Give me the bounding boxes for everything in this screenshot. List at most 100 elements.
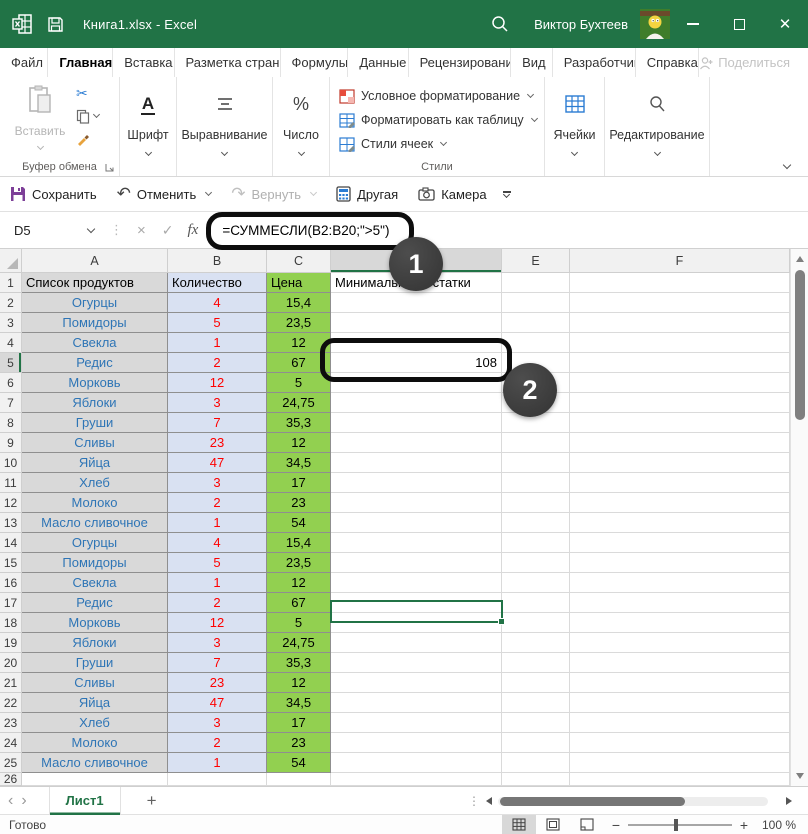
cell-A1[interactable]: Список продуктов [22, 273, 168, 293]
cell-C16[interactable]: 12 [267, 573, 331, 593]
undo-dropdown[interactable] [205, 189, 212, 196]
cell-E26[interactable] [502, 773, 570, 786]
cell-F20[interactable] [570, 653, 790, 673]
avatar[interactable] [640, 9, 670, 39]
tab-review[interactable]: Рецензирование [409, 48, 512, 77]
cell-B16[interactable]: 1 [168, 573, 267, 593]
cell-C17[interactable]: 67 [267, 593, 331, 613]
excel-app-icon[interactable] [11, 13, 33, 35]
zoom-slider[interactable] [628, 824, 732, 826]
cell-D17[interactable] [331, 593, 502, 613]
cell-D2[interactable] [331, 293, 502, 313]
cell-A25[interactable]: Масло сливочное [22, 753, 168, 773]
cell-C9[interactable]: 12 [267, 433, 331, 453]
row-header-10[interactable]: 10 [0, 453, 22, 473]
cell-D14[interactable] [331, 533, 502, 553]
cell-D8[interactable] [331, 413, 502, 433]
cell-B15[interactable]: 5 [168, 553, 267, 573]
cell-A11[interactable]: Хлеб [22, 473, 168, 493]
row-header-18[interactable]: 18 [0, 613, 22, 633]
cell-C18[interactable]: 5 [267, 613, 331, 633]
number-group-chevron[interactable] [297, 149, 304, 156]
cell-F9[interactable] [570, 433, 790, 453]
row-header-19[interactable]: 19 [0, 633, 22, 653]
cell-D3[interactable] [331, 313, 502, 333]
paste-button[interactable]: Вставить [14, 85, 66, 152]
cell-D12[interactable] [331, 493, 502, 513]
cell-D10[interactable] [331, 453, 502, 473]
column-header-F[interactable]: F [570, 249, 790, 273]
page-break-view-button[interactable] [570, 815, 604, 834]
cell-B24[interactable]: 2 [168, 733, 267, 753]
row-header-6[interactable]: 6 [0, 373, 22, 393]
cell-styles-button[interactable]: Стили ячеек [339, 132, 544, 156]
cell-C2[interactable]: 15,4 [267, 293, 331, 313]
editing-group-chevron[interactable] [653, 149, 660, 156]
cell-D26[interactable] [331, 773, 502, 786]
cell-A4[interactable]: Свекла [22, 333, 168, 353]
cell-E17[interactable] [502, 593, 570, 613]
share-button[interactable]: Поделиться [699, 48, 808, 77]
redo-dropdown[interactable] [310, 189, 317, 196]
horizontal-scrollbar[interactable] [486, 793, 792, 809]
cell-B6[interactable]: 12 [168, 373, 267, 393]
cell-D18[interactable] [331, 613, 502, 633]
cell-E18[interactable] [502, 613, 570, 633]
cell-C24[interactable]: 23 [267, 733, 331, 753]
tab-data[interactable]: Данные [348, 48, 408, 77]
collapse-ribbon-chevron[interactable] [783, 161, 791, 169]
cell-F4[interactable] [570, 333, 790, 353]
select-all-corner[interactable] [0, 249, 22, 273]
row-header-5[interactable]: 5 [0, 353, 22, 373]
insert-function-icon[interactable]: fx [188, 222, 199, 239]
search-icon[interactable] [491, 15, 509, 33]
cell-F24[interactable] [570, 733, 790, 753]
undo-button[interactable]: ↶ Отменить [107, 177, 222, 211]
name-box[interactable]: D5 [4, 218, 104, 243]
cancel-entry-icon[interactable]: × [137, 222, 146, 239]
zoom-out-button[interactable]: − [604, 817, 628, 833]
row-header-8[interactable]: 8 [0, 413, 22, 433]
row-header-7[interactable]: 7 [0, 393, 22, 413]
zoom-slider-thumb[interactable] [674, 819, 678, 831]
cell-B1[interactable]: Количество [168, 273, 267, 293]
cell-E9[interactable] [502, 433, 570, 453]
cell-D20[interactable] [331, 653, 502, 673]
cell-C25[interactable]: 54 [267, 753, 331, 773]
ribbon-group-number[interactable]: % Число [273, 77, 330, 176]
cell-C5[interactable]: 67 [267, 353, 331, 373]
column-header-B[interactable]: B [168, 249, 267, 273]
cell-E3[interactable] [502, 313, 570, 333]
maximize-button[interactable] [716, 0, 762, 48]
cell-F22[interactable] [570, 693, 790, 713]
cell-A19[interactable]: Яблоки [22, 633, 168, 653]
ribbon-group-editing[interactable]: Редактирование [605, 77, 710, 176]
cell-A18[interactable]: Морковь [22, 613, 168, 633]
cell-E22[interactable] [502, 693, 570, 713]
cell-A21[interactable]: Сливы [22, 673, 168, 693]
tab-insert[interactable]: Вставка [113, 48, 174, 77]
cell-F14[interactable] [570, 533, 790, 553]
horizontal-scroll-thumb[interactable] [500, 797, 685, 806]
row-header-13[interactable]: 13 [0, 513, 22, 533]
cells-group-chevron[interactable] [571, 149, 578, 156]
cell-C4[interactable]: 12 [267, 333, 331, 353]
row-header-17[interactable]: 17 [0, 593, 22, 613]
cell-F15[interactable] [570, 553, 790, 573]
cell-A5[interactable]: Редис [22, 353, 168, 373]
cell-F25[interactable] [570, 753, 790, 773]
row-header-25[interactable]: 25 [0, 753, 22, 773]
cell-F10[interactable] [570, 453, 790, 473]
normal-view-button[interactable] [502, 815, 536, 834]
column-header-A[interactable]: A [22, 249, 168, 273]
tab-formulas[interactable]: Формулы [281, 48, 349, 77]
cell-B8[interactable]: 7 [168, 413, 267, 433]
other-button[interactable]: Другая [326, 177, 408, 211]
tab-home[interactable]: Главная [48, 48, 113, 77]
cell-D16[interactable] [331, 573, 502, 593]
cell-C7[interactable]: 24,75 [267, 393, 331, 413]
cell-B11[interactable]: 3 [168, 473, 267, 493]
cell-A10[interactable]: Яйца [22, 453, 168, 473]
cell-D13[interactable] [331, 513, 502, 533]
cell-B5[interactable]: 2 [168, 353, 267, 373]
